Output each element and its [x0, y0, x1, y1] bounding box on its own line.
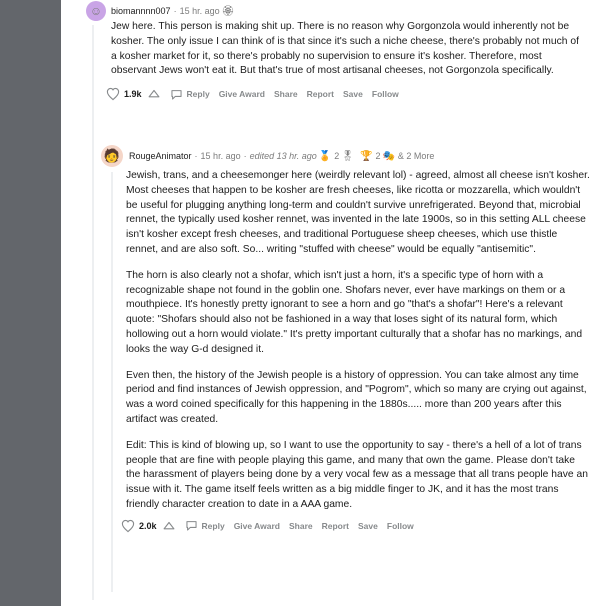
comment-actions: 2.0k Reply Give Award Share Report Save …: [121, 515, 596, 537]
award-icon[interactable]: 🏅: [319, 151, 331, 162]
award-icon[interactable]: 🎖: [341, 151, 354, 162]
timestamp[interactable]: 15 hr. ago: [180, 6, 220, 16]
downvote-icon[interactable]: [147, 87, 161, 101]
follow-button[interactable]: Follow: [387, 521, 414, 531]
comment-body: Jewish, trans, and a cheesemonger here (…: [126, 169, 591, 513]
vote-group: 1.9k: [106, 87, 161, 101]
comment-paragraph: Edit: This is kind of blowing up, so I w…: [126, 439, 588, 510]
thread-line[interactable]: [92, 25, 94, 600]
vote-count: 2.0k: [139, 520, 157, 531]
reply-button[interactable]: Reply: [185, 519, 225, 532]
comment-paragraph: Even then, the history of the Jewish peo…: [126, 369, 587, 425]
comment: 🧑 RougeAnimator · 15 hr. ago · edited 13…: [101, 143, 596, 537]
award-icon[interactable]: 🎭: [382, 151, 394, 162]
reply-icon: [170, 88, 183, 101]
comment-actions: 1.9k Reply Give Award Share Report Save …: [106, 83, 596, 105]
reply-icon: [185, 519, 198, 532]
timestamp[interactable]: 15 hr. ago: [201, 151, 241, 161]
avatar[interactable]: ☺: [86, 1, 106, 21]
upvote-icon[interactable]: [106, 87, 120, 101]
report-button[interactable]: Report: [322, 521, 349, 531]
award-count: 2: [375, 151, 381, 161]
reply-label: Reply: [186, 89, 210, 100]
share-button[interactable]: Share: [274, 89, 298, 99]
reply-label: Reply: [201, 520, 225, 531]
share-button[interactable]: Share: [289, 521, 313, 531]
save-button[interactable]: Save: [343, 89, 363, 99]
vote-count: 1.9k: [124, 89, 142, 100]
username[interactable]: biomannnn007: [111, 6, 171, 16]
follow-button[interactable]: Follow: [372, 89, 399, 99]
reply-button[interactable]: Reply: [170, 88, 210, 101]
give-award-button[interactable]: Give Award: [219, 89, 265, 99]
more-awards[interactable]: & 2 More: [398, 151, 435, 161]
comment-paragraph: The horn is also clearly not a shofar, w…: [126, 269, 583, 355]
comment-body: Jew here. This person is making shit up.…: [111, 21, 579, 77]
comment-paragraph: Jewish, trans, and a cheesemonger here (…: [126, 170, 590, 255]
award-icon[interactable]: 🏆: [360, 151, 372, 162]
upvote-icon[interactable]: [121, 519, 135, 533]
award-icon: 🏵: [221, 5, 235, 17]
report-button[interactable]: Report: [307, 89, 334, 99]
avatar[interactable]: 🧑: [101, 145, 123, 167]
separator: ·: [194, 151, 198, 161]
comment: ☺ biomannnn007 · 15 hr. ago 🏵 Jew here. …: [86, 0, 596, 105]
user-icon: 🧑: [103, 148, 121, 163]
comment-header: ☺ biomannnn007 · 15 hr. ago 🏵: [86, 0, 596, 22]
separator: ·: [173, 6, 177, 16]
downvote-icon[interactable]: [162, 519, 176, 533]
save-button[interactable]: Save: [358, 521, 378, 531]
give-award-button[interactable]: Give Award: [234, 521, 280, 531]
separator: ·: [243, 151, 247, 161]
left-gutter: [0, 0, 61, 606]
comment-header: 🧑 RougeAnimator · 15 hr. ago · edited 13…: [101, 143, 596, 169]
user-icon: ☺: [89, 4, 103, 18]
edited-timestamp: edited 13 hr. ago: [249, 151, 317, 161]
award-count: 2: [334, 151, 340, 161]
vote-group: 2.0k: [121, 519, 176, 533]
username[interactable]: RougeAnimator: [129, 151, 192, 161]
